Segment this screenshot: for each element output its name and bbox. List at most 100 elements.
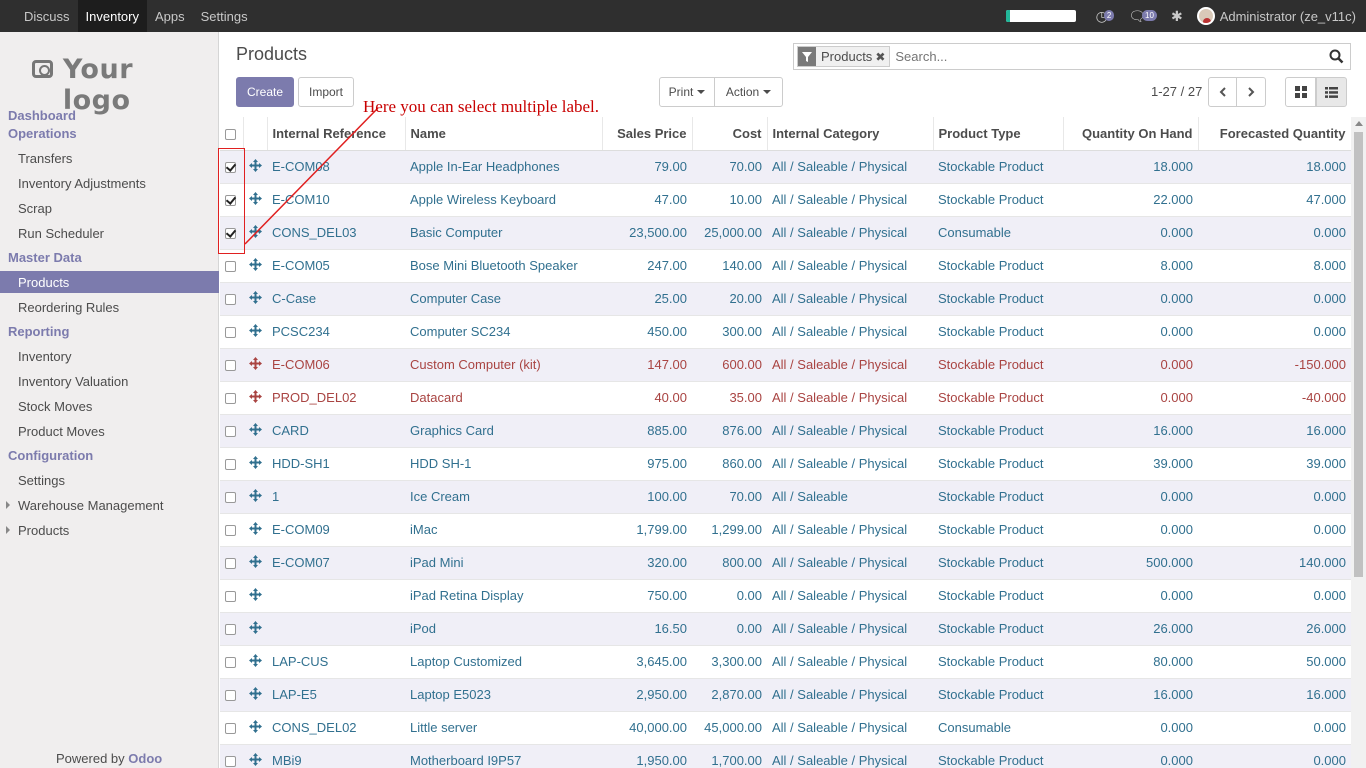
- avatar[interactable]: [1196, 7, 1215, 25]
- table-row[interactable]: E-COM05 Bose Mini Bluetooth Speaker 247.00…: [220, 249, 1351, 283]
- row-checkbox[interactable]: [225, 591, 236, 603]
- table-row[interactable]: LAP-CUS Laptop Customized 3,645.00 3,300.00…: [220, 645, 1351, 679]
- table-row[interactable]: CARD Graphics Card 885.00 876.00 All / Salea…: [220, 414, 1351, 448]
- sidebar-item-inventory[interactable]: Inventory: [0, 345, 219, 367]
- row-checkbox[interactable]: [225, 558, 236, 570]
- search-input[interactable]: [895, 49, 1316, 64]
- row-checkbox[interactable]: [225, 723, 236, 735]
- drag-handle-icon[interactable]: [249, 356, 262, 370]
- column-header-quantity-on-hand[interactable]: Quantity On Hand: [1063, 117, 1199, 151]
- drag-handle-icon[interactable]: [249, 191, 262, 205]
- table-row[interactable]: HDD-SH1 HDD SH-1 975.00 860.00 All / Saleabl…: [220, 447, 1351, 481]
- table-row[interactable]: CONS_DEL03 Basic Computer 23,500.00 25,000.…: [220, 216, 1351, 250]
- column-header-product-type[interactable]: Product Type: [933, 117, 1064, 151]
- table-row[interactable]: 1 Ice Cream 100.00 70.00 All / Saleable Stock…: [220, 480, 1351, 514]
- sidebar-section-operations[interactable]: Operations: [8, 126, 77, 141]
- debug-menu[interactable]: ✱: [1171, 8, 1183, 25]
- drag-handle-icon[interactable]: [249, 389, 262, 403]
- action-dropdown[interactable]: Action: [714, 77, 783, 107]
- search-icon[interactable]: [1329, 49, 1344, 67]
- drag-handle-icon[interactable]: [249, 719, 262, 733]
- drag-handle-icon[interactable]: [249, 752, 262, 766]
- table-row[interactable]: E-COM07 iPad Mini 320.00 800.00 All / Saleab…: [220, 546, 1351, 580]
- row-checkbox[interactable]: [225, 459, 236, 471]
- sidebar-section-configuration[interactable]: Configuration: [8, 448, 93, 463]
- row-checkbox[interactable]: [225, 624, 236, 636]
- drag-handle-icon[interactable]: [249, 587, 262, 601]
- column-header-internal-reference[interactable]: Internal Reference: [267, 117, 406, 151]
- sidebar-section-dashboard[interactable]: Dashboard: [8, 108, 76, 123]
- sidebar-item-stock-moves[interactable]: Stock Moves: [0, 395, 219, 417]
- row-checkbox[interactable]: [225, 327, 236, 339]
- column-header-cost[interactable]: Cost: [692, 117, 768, 151]
- drag-handle-icon[interactable]: [249, 158, 262, 172]
- import-button[interactable]: Import: [298, 77, 354, 107]
- sidebar-section-reporting[interactable]: Reporting: [8, 324, 69, 339]
- create-button[interactable]: Create: [236, 77, 294, 107]
- vertical-scrollbar[interactable]: [1351, 117, 1366, 768]
- drag-handle-icon[interactable]: [249, 422, 262, 436]
- user-menu[interactable]: Administrator (ze_v11c): [1220, 9, 1356, 24]
- menu-apps[interactable]: Apps: [147, 0, 193, 32]
- drag-handle-icon[interactable]: [249, 257, 262, 271]
- select-all-checkbox[interactable]: [225, 128, 236, 140]
- row-checkbox[interactable]: [225, 690, 236, 702]
- menu-inventory[interactable]: Inventory: [77, 0, 147, 32]
- list-view-button[interactable]: [1316, 77, 1347, 107]
- sidebar-item-reordering-rules[interactable]: Reordering Rules: [0, 296, 219, 318]
- sidebar-item-transfers[interactable]: Transfers: [0, 147, 219, 169]
- sidebar-item-products[interactable]: Products: [0, 519, 219, 541]
- menu-discuss[interactable]: Discuss: [16, 0, 78, 32]
- table-row[interactable]: E-COM08 Apple In-Ear Headphones 79.00 70.00…: [220, 150, 1351, 184]
- activity-menu[interactable]: ◷ 2: [1096, 8, 1115, 25]
- pager-previous-button[interactable]: [1208, 77, 1237, 107]
- pager-value[interactable]: 1-27 / 27: [1151, 84, 1202, 99]
- sidebar-item-product-moves[interactable]: Product Moves: [0, 420, 219, 442]
- row-checkbox[interactable]: [225, 525, 236, 537]
- table-row[interactable]: PROD_DEL02 Datacard 40.00 35.00 All / Saleab…: [220, 381, 1351, 415]
- table-row[interactable]: MBi9 Motherboard I9P57 1,950.00 1,700.00 All…: [220, 744, 1351, 768]
- column-header-internal-category[interactable]: Internal Category: [767, 117, 934, 151]
- table-row[interactable]: E-COM09 iMac 1,799.00 1,299.00 All / Saleabl…: [220, 513, 1351, 547]
- facet-remove-icon[interactable]: ✖: [875, 50, 889, 64]
- print-dropdown[interactable]: Print: [659, 77, 715, 107]
- sidebar-item-settings[interactable]: Settings: [0, 469, 219, 491]
- kanban-view-button[interactable]: [1285, 77, 1316, 107]
- row-checkbox[interactable]: [225, 393, 236, 405]
- drag-handle-icon[interactable]: [249, 323, 262, 337]
- row-checkbox[interactable]: [225, 360, 236, 372]
- table-row[interactable]: CONS_DEL02 Little server 40,000.00 45,000.0…: [220, 711, 1351, 745]
- drag-handle-icon[interactable]: [249, 224, 262, 238]
- drag-handle-icon[interactable]: [249, 290, 262, 304]
- sidebar-item-warehouse-management[interactable]: Warehouse Management: [0, 494, 219, 516]
- messaging-menu[interactable]: 🗨 10: [1128, 8, 1157, 25]
- sidebar-item-scrap[interactable]: Scrap: [0, 197, 219, 219]
- sidebar-item-inventory-adjustments[interactable]: Inventory Adjustments: [0, 172, 219, 194]
- row-checkbox[interactable]: [225, 756, 236, 768]
- drag-handle-icon[interactable]: [249, 686, 262, 700]
- table-row[interactable]: E-COM10 Apple Wireless Keyboard 47.00 10.00…: [220, 183, 1351, 217]
- column-header-forecasted-quantity[interactable]: Forecasted Quantity: [1198, 117, 1351, 151]
- row-checkbox[interactable]: [225, 657, 236, 669]
- table-row[interactable]: PCSC234 Computer SC234 450.00 300.00 All / S…: [220, 315, 1351, 349]
- table-row[interactable]: C-Case Computer Case 25.00 20.00 All / Salea…: [220, 282, 1351, 316]
- drag-handle-icon[interactable]: [249, 488, 262, 502]
- column-header-name[interactable]: Name: [405, 117, 603, 151]
- row-checkbox[interactable]: [225, 294, 236, 306]
- row-checkbox[interactable]: [225, 492, 236, 504]
- sidebar-section-master-data[interactable]: Master Data: [8, 250, 82, 265]
- table-row[interactable]: iPod 16.50 0.00 All / Saleable / Physical St…: [220, 612, 1351, 646]
- drag-handle-icon[interactable]: [249, 521, 262, 535]
- sidebar-item-inventory-valuation[interactable]: Inventory Valuation: [0, 370, 219, 392]
- sidebar-item-products[interactable]: Products: [0, 271, 219, 293]
- row-checkbox[interactable]: [225, 261, 236, 273]
- drag-handle-icon[interactable]: [249, 554, 262, 568]
- row-checkbox[interactable]: [225, 426, 236, 438]
- scroll-up-icon[interactable]: [1355, 121, 1363, 126]
- drag-handle-icon[interactable]: [249, 653, 262, 667]
- table-row[interactable]: LAP-E5 Laptop E5023 2,950.00 2,870.00 All / …: [220, 678, 1351, 712]
- scrollbar-thumb[interactable]: [1354, 132, 1363, 577]
- menu-settings[interactable]: Settings: [193, 0, 256, 32]
- table-row[interactable]: iPad Retina Display 750.00 0.00 All / Salea…: [220, 579, 1351, 613]
- sidebar-item-run-scheduler[interactable]: Run Scheduler: [0, 222, 219, 244]
